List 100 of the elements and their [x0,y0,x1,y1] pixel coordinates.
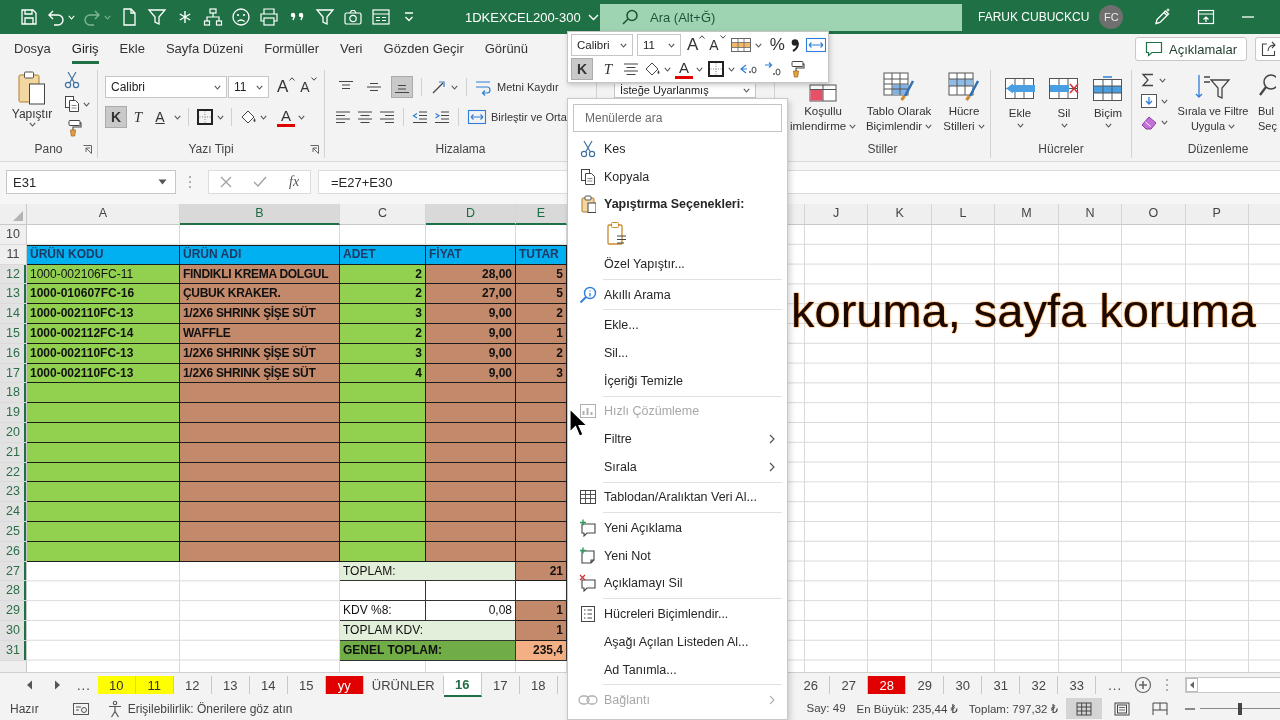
camera-icon[interactable] [343,7,363,27]
filter-icon[interactable] [147,7,167,27]
printer-icon[interactable] [259,7,279,27]
row-header[interactable]: 21 [0,442,27,463]
sheet-tab[interactable]: 10 [97,676,136,694]
row-header[interactable]: 30 [0,620,27,641]
share-button[interactable] [1255,37,1280,61]
row-header[interactable]: 22 [0,462,27,483]
caret-icon[interactable] [217,114,224,120]
chevron-down-icon[interactable] [587,13,599,21]
form-icon[interactable] [371,7,391,27]
borders-icon[interactable] [707,60,725,78]
row-header[interactable]: 12 [0,264,27,285]
sad-face-icon[interactable] [231,7,251,27]
ribbon-button[interactable]: Sil [1044,70,1084,140]
sheet-tab[interactable]: yy [325,676,364,694]
save-icon[interactable] [19,7,39,27]
menu-item[interactable]: Akıllı Arama [573,280,782,309]
hierarchy-icon[interactable] [203,7,223,27]
caret-icon[interactable] [743,88,750,93]
column-header[interactable]: L [931,204,996,225]
row-header[interactable]: 28 [0,581,27,602]
menu-item[interactable]: Özel Yapıştır... [573,250,782,278]
sheet-tab[interactable]: 31 [982,676,1021,694]
paste-option-icon[interactable] [606,221,628,248]
scissors-icon[interactable] [64,71,80,89]
add-sheet-icon[interactable] [1134,676,1152,694]
align-left-icon[interactable] [335,110,351,124]
pen-icon[interactable] [1153,8,1172,26]
column-header[interactable]: D [426,204,516,225]
caret-icon[interactable] [668,42,675,48]
column-header[interactable]: C [340,204,426,225]
row-header[interactable]: 14 [0,304,27,324]
caret-icon[interactable] [849,124,857,129]
column-header[interactable]: E [516,204,567,225]
column-header[interactable]: N [1058,204,1123,225]
check-icon[interactable] [253,176,268,188]
column-header[interactable]: K [868,204,932,225]
caret-icon[interactable] [214,84,221,90]
zoom-slider-thumb[interactable] [1238,702,1242,715]
row-header[interactable]: 10 [0,225,27,245]
align-center-icon[interactable] [357,110,373,124]
caret-icon[interactable] [1016,123,1024,128]
percent-style-button[interactable]: % [769,35,785,55]
column-header[interactable]: J [805,204,869,225]
row-header[interactable]: 15 [0,324,27,344]
menu-search-field[interactable]: Menülerde ara [573,104,782,132]
italic-button[interactable]: T [597,58,619,80]
column-header[interactable]: O [1122,204,1186,225]
caret-icon[interactable] [728,66,735,72]
sheet-tab[interactable]: 11 [135,676,174,694]
caret-icon[interactable] [1161,98,1168,104]
ribbon-tab[interactable]: Gözden Geçir [383,34,464,64]
row-header[interactable]: 25 [0,521,27,542]
ribbon-button[interactable]: Sırala ve Filtre Uygula [1173,70,1253,140]
row-header[interactable]: 27 [0,561,27,582]
accessibility-button[interactable]: Erişilebilirlik: Önerilere göz atın [105,699,293,718]
borders-icon[interactable] [196,108,214,126]
bottom-align-button[interactable] [391,76,413,98]
menu-item[interactable]: Tablodan/Aralıktan Veri Al... [573,483,782,512]
row-header[interactable]: 17 [0,363,27,384]
scroll-right-icon[interactable] [54,680,61,690]
sheet-tab[interactable]: 18 [519,676,558,694]
redo-icon[interactable] [83,8,101,26]
caret-icon[interactable] [158,179,167,185]
sheet-tab[interactable]: 12 [173,676,212,694]
undo-icon[interactable] [47,8,65,26]
font-color-button[interactable]: A [675,59,693,79]
menu-item[interactable]: Ekle... [573,311,782,340]
merge-center-button[interactable]: Birleştir ve Orta [467,109,567,125]
menu-item[interactable]: Kes [573,135,782,163]
ribbon-button[interactable]: Tablo Olarak Biçimlendir [861,70,937,140]
ribbon-tab[interactable]: Dosya [14,34,51,64]
search-field[interactable]: Ara (Alt+Ğ) [600,3,962,31]
caret-icon[interactable] [977,124,985,129]
filter-icon[interactable] [315,7,335,27]
window-icon[interactable] [1197,9,1216,25]
sheet-tab[interactable]: 16 [443,673,482,697]
font-name-dropdown[interactable]: Calibri [571,34,633,56]
row-header[interactable]: 11 [0,244,27,265]
row-header[interactable]: 13 [0,284,27,305]
caret-icon[interactable] [696,66,703,72]
sheet-tab[interactable]: 17 [481,676,520,694]
wrap-text-button[interactable]: Metni Kaydır [475,78,559,96]
comments-button[interactable]: Açıklamalar [1135,37,1247,61]
copy-icon[interactable] [64,95,80,113]
menu-item[interactable]: Açıklamayı Sil [573,569,782,598]
sheet-tab[interactable]: 32 [1020,676,1059,694]
more-sheets-button[interactable]: ... [1108,677,1122,693]
dialog-launcher-icon[interactable] [310,145,319,154]
number-format-dropdown[interactable]: İsteğe Uyarlanmış [614,84,756,98]
sheet-tab[interactable]: 13 [211,676,250,694]
caret-icon[interactable] [620,42,627,48]
column-header[interactable]: M [995,204,1059,225]
increase-indent-icon[interactable] [434,110,450,124]
ribbon-button[interactable]: Bul Seç [1258,70,1280,140]
name-box[interactable]: E31 [6,170,176,194]
menu-item[interactable]: Yeni Not [573,541,782,570]
grow-font-button[interactable]: A [277,77,296,97]
column-header[interactable]: B [180,204,340,225]
